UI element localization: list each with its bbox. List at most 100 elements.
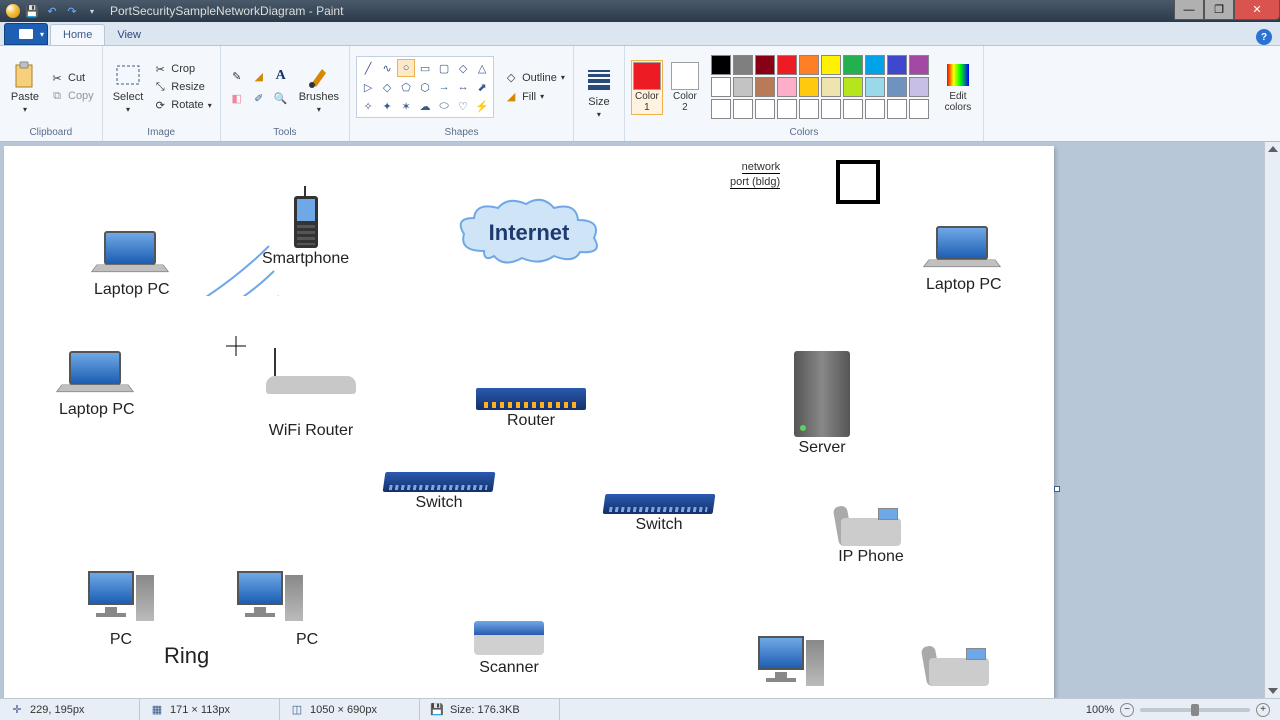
paste-button[interactable]: Paste▾ — [6, 59, 44, 116]
select-icon — [113, 61, 143, 89]
brushes-button[interactable]: Brushes▾ — [295, 59, 343, 116]
dimension-icon: ◫ — [290, 703, 304, 717]
color2-button[interactable]: Color 2 — [667, 60, 703, 115]
bucket-tool[interactable]: ◢ — [249, 66, 269, 86]
group-label: Shapes — [445, 126, 479, 139]
size-button[interactable]: Size▾ — [580, 64, 618, 121]
color-swatch[interactable] — [755, 77, 775, 97]
color-swatch[interactable] — [777, 77, 797, 97]
color-swatch[interactable] — [821, 77, 841, 97]
cut-button[interactable]: ✂Cut — [48, 70, 96, 86]
canvas[interactable]: networkport (bldg) Laptop PC Laptop PC L… — [4, 146, 1054, 698]
color-swatch[interactable] — [733, 77, 753, 97]
node-laptop1: Laptop PC — [94, 231, 170, 299]
qat-dropdown-icon[interactable]: ▾ — [84, 3, 100, 19]
color-swatch[interactable] — [755, 99, 775, 119]
shapes-gallery[interactable]: ╱∿○▭▢◇△ ▷◇⬠⬡→↔⬈ ✧✦✶☁⬭♡⚡ — [356, 56, 494, 118]
window-title: PortSecuritySampleNetworkDiagram - Paint — [110, 4, 343, 18]
file-menu-button[interactable] — [4, 23, 48, 45]
color-swatch[interactable] — [799, 55, 819, 75]
node-ring: Ring — [164, 641, 209, 669]
shape-outline-button[interactable]: ◇Outline ▾ — [502, 70, 567, 86]
picker-tool[interactable]: ✐ — [249, 88, 269, 108]
node-internet: Internet — [454, 196, 604, 266]
color-swatch[interactable] — [865, 77, 885, 97]
color-swatch[interactable] — [865, 99, 885, 119]
selection-icon: ▦ — [150, 703, 164, 717]
color-swatch[interactable] — [909, 77, 929, 97]
vertical-scrollbar[interactable] — [1264, 142, 1280, 698]
color-swatch[interactable] — [909, 99, 929, 119]
text-tool[interactable]: A — [271, 66, 291, 86]
color-swatch[interactable] — [887, 77, 907, 97]
shape-fill-button[interactable]: ◢Fill ▾ — [502, 89, 567, 105]
status-selection: ▦171 × 113px — [140, 699, 280, 720]
canvas-handle[interactable] — [1054, 486, 1060, 492]
color-swatch[interactable] — [711, 77, 731, 97]
redo-icon[interactable]: ↷ — [64, 3, 80, 19]
color-swatch[interactable] — [733, 99, 753, 119]
node-laptop3: Laptop PC — [926, 226, 1002, 294]
color-swatch[interactable] — [711, 55, 731, 75]
color-swatch[interactable] — [865, 55, 885, 75]
color2-swatch — [671, 62, 699, 90]
color-swatch[interactable] — [799, 77, 819, 97]
magnifier-tool[interactable]: 🔍 — [271, 88, 291, 108]
node-pc1: PC — [88, 571, 154, 649]
color-swatch[interactable] — [711, 99, 731, 119]
eraser-tool[interactable]: ◧ — [227, 88, 247, 108]
copy-button[interactable]: ⧉Copy — [48, 88, 96, 104]
edit-colors-button[interactable]: Edit colors — [939, 59, 977, 115]
status-dimensions: ◫1050 × 690px — [280, 699, 420, 720]
close-button[interactable]: ✕ — [1234, 0, 1280, 20]
group-size: Size▾ — [574, 46, 625, 141]
brushes-icon — [304, 61, 334, 89]
color-swatch[interactable] — [821, 99, 841, 119]
zoom-in-button[interactable]: + — [1256, 703, 1270, 717]
color-swatch[interactable] — [777, 55, 797, 75]
color-swatch[interactable] — [887, 55, 907, 75]
help-button[interactable]: ? — [1256, 29, 1272, 45]
color1-button[interactable]: Color 1 — [631, 60, 663, 115]
color1-swatch — [633, 62, 661, 90]
tab-home[interactable]: Home — [50, 24, 105, 45]
port-box — [836, 160, 880, 204]
color-swatch[interactable] — [799, 99, 819, 119]
save-icon[interactable]: 💾 — [24, 3, 40, 19]
port-label: networkport (bldg) — [730, 158, 780, 188]
zoom-slider[interactable] — [1140, 708, 1250, 712]
group-label: Tools — [273, 126, 296, 139]
crop-button[interactable]: ✂Crop — [151, 61, 213, 77]
status-filesize: 💾Size: 176.3KB — [420, 699, 560, 720]
maximize-button[interactable]: ❐ — [1204, 0, 1234, 20]
color-swatch[interactable] — [909, 55, 929, 75]
color-swatch[interactable] — [843, 77, 863, 97]
rotate-button[interactable]: ⟳Rotate ▾ — [151, 97, 213, 113]
resize-button[interactable]: ⤡Resize — [151, 79, 213, 95]
tab-view[interactable]: View — [105, 25, 153, 45]
color-swatch[interactable] — [755, 55, 775, 75]
node-router: Router — [476, 388, 586, 430]
node-ipphone: IP Phone — [836, 506, 906, 566]
color-swatch[interactable] — [843, 55, 863, 75]
paint-orb-icon[interactable] — [6, 4, 20, 18]
crosshair-icon: ✛ — [10, 703, 24, 717]
zoom-control: 100% − + — [1076, 703, 1280, 717]
color-swatch[interactable] — [733, 55, 753, 75]
color-swatch[interactable] — [887, 99, 907, 119]
disk-icon: 💾 — [430, 703, 444, 717]
minimize-button[interactable]: — — [1174, 0, 1204, 20]
undo-icon[interactable]: ↶ — [44, 3, 60, 19]
pencil-tool[interactable]: ✎ — [227, 66, 247, 86]
group-label: Colors — [789, 126, 818, 139]
fill-icon: ◢ — [504, 90, 518, 104]
color-swatch[interactable] — [843, 99, 863, 119]
node-ipphone2 — [924, 646, 994, 686]
edit-colors-icon — [943, 61, 973, 89]
select-button[interactable]: Select▾ — [109, 59, 148, 116]
window-controls: — ❐ ✕ — [1174, 0, 1280, 20]
node-pc3 — [758, 636, 824, 694]
color-swatch[interactable] — [777, 99, 797, 119]
zoom-out-button[interactable]: − — [1120, 703, 1134, 717]
color-swatch[interactable] — [821, 55, 841, 75]
